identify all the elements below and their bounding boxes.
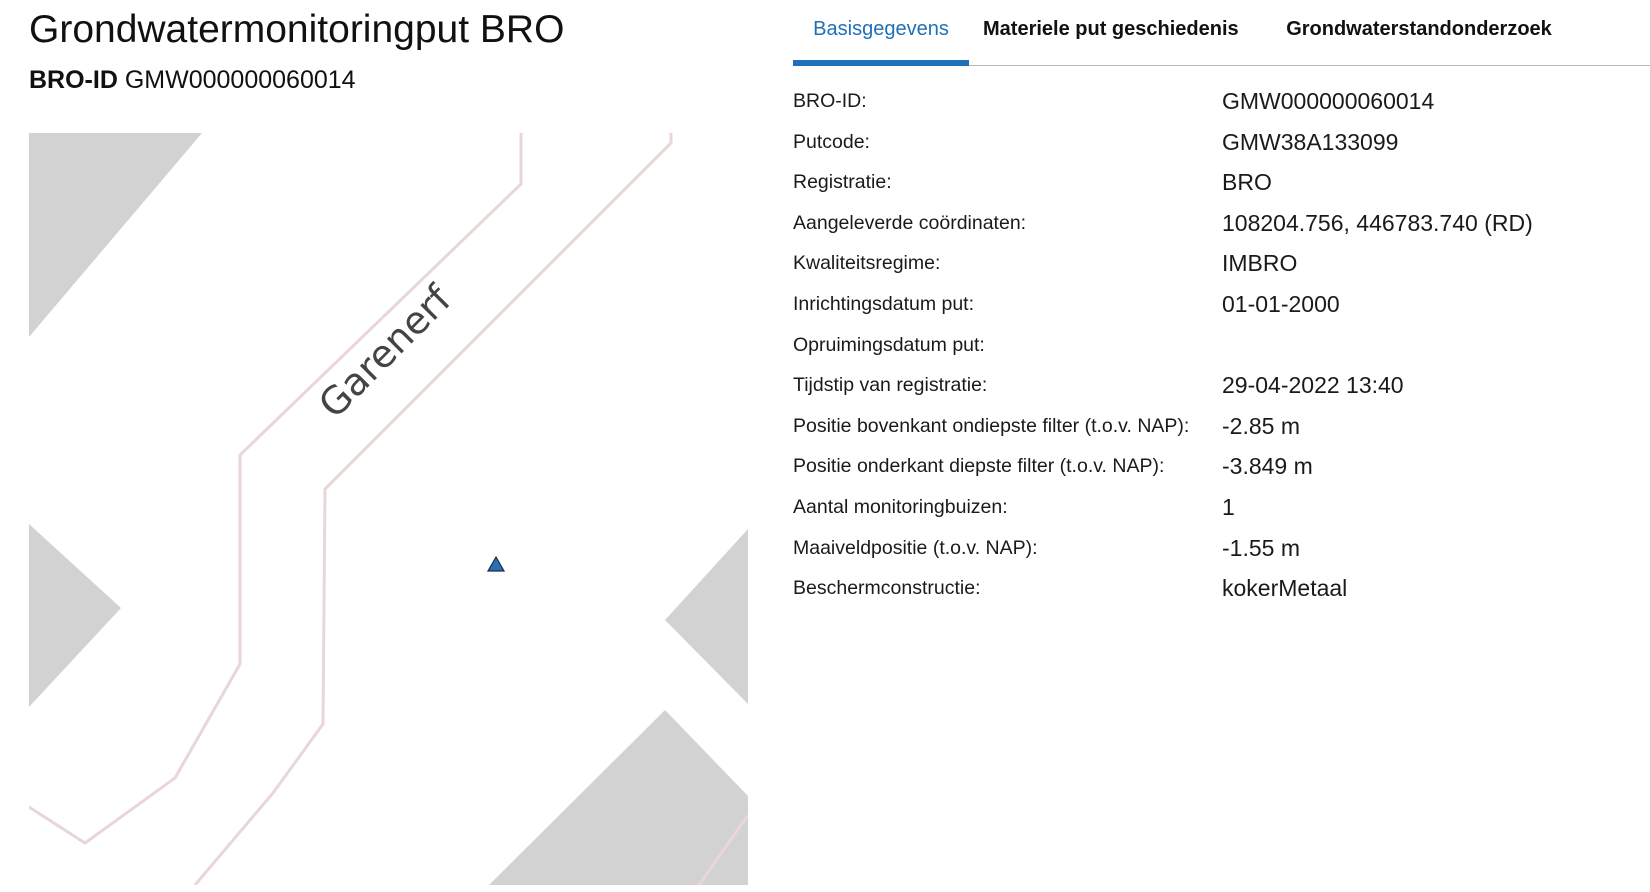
detail-value: GMW000000060014: [1222, 88, 1435, 114]
detail-value: -1.55 m: [1222, 534, 1300, 561]
detail-row-aantal-buizen: Aantal monitoringbuizen: 1: [793, 488, 1633, 529]
detail-row-inrichtingsdatum: Inrichtingsdatum put: 01-01-2000: [793, 285, 1633, 326]
detail-row-putcode: Putcode: GMW38A133099: [793, 123, 1633, 164]
detail-label: Aangeleverde coördinaten:: [793, 211, 1027, 234]
map-canvas[interactable]: Garenerf: [29, 133, 748, 885]
detail-value: 108204.756, 446783.740 (RD): [1222, 209, 1533, 236]
detail-label: Inrichtingsdatum put:: [793, 292, 975, 315]
bro-id-label: BRO-ID: [29, 66, 118, 94]
detail-row-registratie: Registratie: BRO: [793, 163, 1633, 204]
location-map[interactable]: Garenerf: [29, 133, 748, 885]
detail-label: BRO-ID:: [793, 90, 867, 112]
detail-row-opruimingsdatum: Opruimingsdatum put:: [793, 326, 1633, 367]
detail-label: Opruimingsdatum put:: [793, 333, 985, 356]
detail-value: IMBRO: [1222, 250, 1298, 277]
detail-label: Kwaliteitsregime:: [793, 252, 941, 275]
detail-row-onderkant-filter: Positie onderkant diepste filter (t.o.v.…: [793, 447, 1633, 488]
detail-value: BRO: [1222, 169, 1272, 196]
detail-row-tijdstip-registratie: Tijdstip van registratie: 29-04-2022 13:…: [793, 366, 1633, 407]
detail-value: -2.85 m: [1222, 412, 1300, 439]
detail-row-coordinaten: Aangeleverde coördinaten: 108204.756, 44…: [793, 204, 1633, 245]
detail-value: 1: [1222, 493, 1235, 520]
bro-id-value: GMW000000060014: [124, 66, 356, 94]
tab-materiele-put-geschiedenis[interactable]: Materiele put geschiedenis: [983, 0, 1239, 66]
detail-label: Aantal monitoringbuizen:: [793, 495, 1008, 518]
detail-label: Maaiveldpositie (t.o.v. NAP):: [793, 536, 1038, 559]
detail-label: Beschermconstructie:: [793, 577, 981, 600]
detail-value: 01-01-2000: [1222, 290, 1340, 317]
tab-basisgegevens[interactable]: Basisgegevens: [793, 0, 969, 66]
detail-row-bovenkant-filter: Positie bovenkant ondiepste filter (t.o.…: [793, 407, 1633, 448]
detail-value: -3.849 m: [1222, 453, 1313, 480]
detail-row-beschermconstructie: Beschermconstructie: kokerMetaal: [793, 569, 1633, 610]
detail-label: Positie bovenkant ondiepste filter (t.o.…: [793, 414, 1190, 437]
tab-bar: Basisgegevens Materiele put geschiedenis…: [793, 0, 1650, 66]
detail-label: Registratie:: [793, 171, 892, 194]
bro-id-subtitle: BRO-ID GMW000000060014: [29, 62, 356, 98]
detail-value: kokerMetaal: [1222, 575, 1348, 602]
detail-label: Putcode:: [793, 130, 870, 153]
detail-row-maaiveldpositie: Maaiveldpositie (t.o.v. NAP): -1.55 m: [793, 529, 1633, 570]
detail-row-bro-id: BRO-ID: GMW000000060014: [793, 82, 1633, 123]
details-list: BRO-ID: GMW000000060014 Putcode: GMW38A1…: [793, 82, 1633, 610]
tab-grondwaterstandonderzoek[interactable]: Grondwaterstandonderzoek: [1283, 0, 1555, 66]
detail-value: 29-04-2022 13:40: [1222, 372, 1404, 399]
detail-row-kwaliteitsregime: Kwaliteitsregime: IMBRO: [793, 244, 1633, 285]
detail-value: GMW38A133099: [1222, 128, 1399, 155]
detail-label: Positie onderkant diepste filter (t.o.v.…: [793, 455, 1165, 478]
detail-label: Tijdstip van registratie:: [793, 374, 988, 397]
page-title: Grondwatermonitoringput BRO: [29, 8, 565, 51]
